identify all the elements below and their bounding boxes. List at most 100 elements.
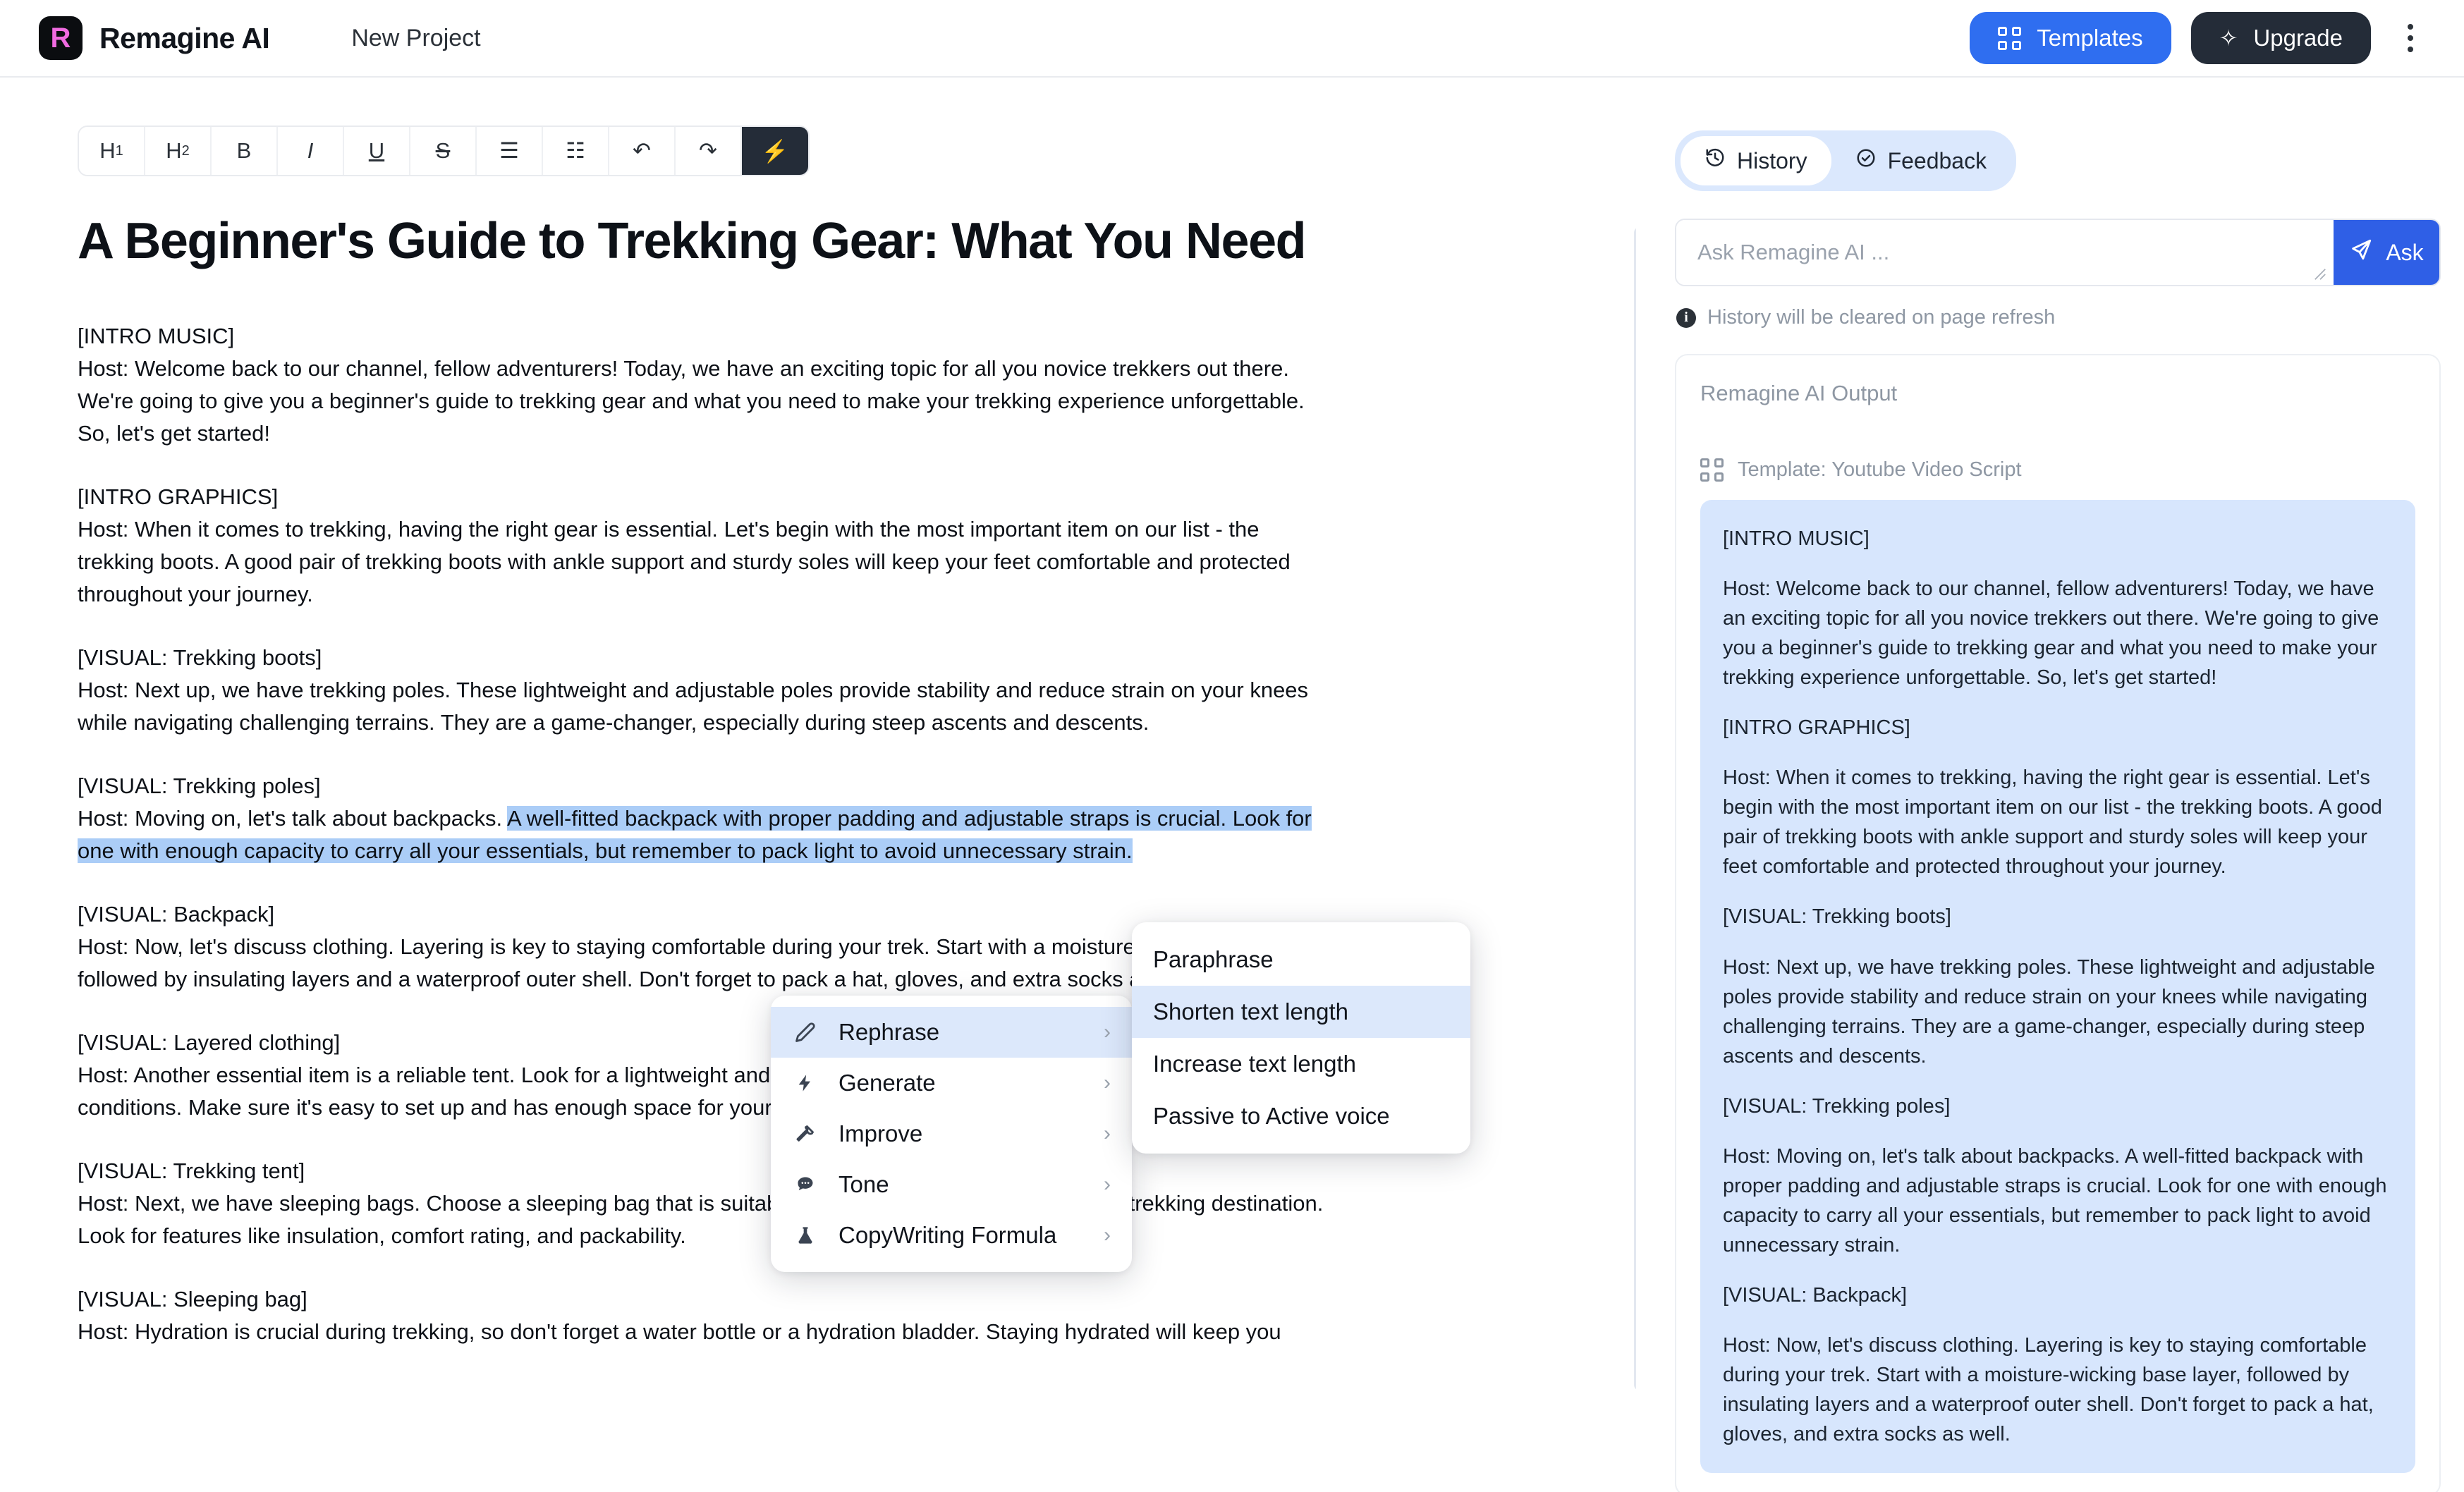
doc-paragraph[interactable]: [VISUAL: Trekking boots]: [78, 642, 1544, 673]
upgrade-button-label: Upgrade: [2253, 25, 2343, 51]
doc-paragraph[interactable]: So, let's get started!: [78, 418, 1544, 449]
ai-output-paragraph: [VISUAL: Backpack]: [1723, 1283, 1908, 1307]
formatting-toolbar: H1 H2 B I U S ☰ ☷ ↶ ↷ ⚡: [78, 126, 810, 176]
project-title[interactable]: New Project: [351, 25, 480, 52]
editor-scrollbar[interactable]: [1634, 227, 1636, 1390]
ai-output-paragraph: Host: Moving on, let's talk about backpa…: [1723, 1144, 2387, 1256]
chat-bubble-icon: [792, 1175, 819, 1194]
upgrade-button[interactable]: ✧ Upgrade: [2190, 12, 2371, 64]
wrench-icon: [792, 1124, 819, 1144]
ai-output-paragraph: Host: Now, let's discuss clothing. Layer…: [1723, 1333, 2374, 1446]
chevron-right-icon: ›: [1104, 1020, 1111, 1044]
toolbar-heading-2-button[interactable]: H2: [145, 127, 212, 175]
ai-output-paragraph: Host: Welcome back to our channel, fello…: [1723, 577, 2379, 690]
ask-input-row: Ask: [1675, 219, 2441, 286]
header-actions: Templates ✧ Upgrade: [1970, 12, 2430, 64]
ai-output-paragraph: [VISUAL: Trekking poles]: [1723, 1094, 1951, 1118]
kebab-menu-icon[interactable]: [2391, 12, 2430, 64]
toolbar-italic-button[interactable]: I: [278, 127, 344, 175]
submenu-item-paraphrase[interactable]: Paraphrase: [1132, 934, 1470, 986]
brand-name: Remagine AI: [99, 21, 270, 54]
rephrase-submenu: Paraphrase Shorten text length Increase …: [1132, 922, 1470, 1154]
logo-mark-icon: R: [39, 16, 83, 60]
context-menu-item-rephrase[interactable]: Rephrase ›: [771, 1007, 1132, 1058]
ai-context-menu: Rephrase › Generate › Improve › Tone › C…: [771, 996, 1132, 1272]
toolbar-bullet-list-button[interactable]: ☰: [477, 127, 543, 175]
ai-output-paragraph: Host: Next up, we have trekking poles. T…: [1723, 955, 2375, 1068]
ai-output-title: Remagine AI Output: [1700, 381, 1898, 405]
lightning-icon: [792, 1073, 819, 1093]
submenu-item-shorten-text-length[interactable]: Shorten text length: [1132, 986, 1470, 1038]
history-clear-hint: i History will be cleared on page refres…: [1676, 306, 2055, 329]
brand-logo[interactable]: R Remagine AI: [39, 16, 270, 60]
tab-history[interactable]: History: [1681, 136, 1831, 185]
doc-paragraph[interactable]: Host: When it comes to trekking, having …: [78, 514, 1544, 545]
grid-icon: [1700, 458, 1724, 482]
doc-paragraph[interactable]: trekking boots. A good pair of trekking …: [78, 546, 1544, 577]
templates-button[interactable]: Templates: [1970, 12, 2171, 64]
tab-feedback-label: Feedback: [1887, 147, 1987, 173]
tab-feedback[interactable]: Feedback: [1831, 136, 2011, 185]
ask-button[interactable]: Ask: [2334, 220, 2439, 285]
ai-side-panel: History Feedback Ask i History will be c…: [1654, 78, 2464, 1492]
chevron-right-icon: ›: [1104, 1071, 1111, 1094]
selected-text[interactable]: one with enough capacity to carry all yo…: [78, 838, 1133, 864]
ai-output-paragraph: [INTRO MUSIC]: [1723, 527, 1870, 550]
ai-output-template-row: Template: Youtube Video Script: [1700, 458, 2415, 482]
context-menu-label: CopyWriting Formula: [838, 1222, 1057, 1248]
chevron-right-icon: ›: [1104, 1122, 1111, 1145]
context-menu-item-improve[interactable]: Improve ›: [771, 1108, 1132, 1159]
toolbar-bold-button[interactable]: B: [212, 127, 278, 175]
toolbar-h1-sub: 1: [115, 142, 123, 159]
send-paper-plane-icon: [2349, 238, 2373, 267]
document-title[interactable]: A Beginner's Guide to Trekking Gear: Wha…: [78, 212, 1544, 271]
toolbar-numbered-list-button[interactable]: ☷: [543, 127, 609, 175]
context-menu-item-generate[interactable]: Generate ›: [771, 1058, 1132, 1108]
doc-paragraph[interactable]: [INTRO MUSIC]: [78, 321, 1544, 352]
doc-paragraph-selected-cont[interactable]: one with enough capacity to carry all yo…: [78, 836, 1544, 867]
chevron-right-icon: ›: [1104, 1223, 1111, 1247]
toolbar-redo-button[interactable]: ↷: [676, 127, 742, 175]
doc-spacer: [78, 451, 1544, 482]
doc-spacer: [78, 611, 1544, 642]
ai-output-template-label: Template: Youtube Video Script: [1738, 458, 2022, 481]
check-circle-icon: [1855, 147, 1877, 174]
tab-history-label: History: [1737, 147, 1807, 173]
ai-output-paragraph: [INTRO GRAPHICS]: [1723, 716, 1910, 740]
selected-text[interactable]: A well-fitted backpack with proper paddi…: [507, 806, 1312, 831]
toolbar-heading-1-button[interactable]: H1: [79, 127, 145, 175]
flask-icon: [792, 1225, 819, 1245]
doc-paragraph[interactable]: Host: Welcome back to our channel, fello…: [78, 353, 1544, 384]
toolbar-strikethrough-button[interactable]: S: [410, 127, 477, 175]
history-clear-hint-label: History will be cleared on page refresh: [1707, 306, 2056, 329]
doc-paragraph[interactable]: Host: Next up, we have trekking poles. T…: [78, 675, 1544, 706]
toolbar-ai-actions-button[interactable]: ⚡: [742, 127, 808, 175]
context-menu-label: Improve: [838, 1120, 923, 1146]
sparkles-icon: ✧: [2219, 25, 2238, 51]
ai-output-body[interactable]: [INTRO MUSIC] Host: Welcome back to our …: [1700, 500, 2415, 1474]
doc-paragraph[interactable]: [INTRO GRAPHICS]: [78, 482, 1544, 513]
doc-paragraph[interactable]: while navigating challenging terrains. T…: [78, 707, 1544, 738]
context-menu-label: Rephrase: [838, 1019, 940, 1045]
doc-paragraph[interactable]: [VISUAL: Trekking poles]: [78, 771, 1544, 802]
doc-text-lead: Host: Moving on, let's talk about backpa…: [78, 806, 508, 831]
toolbar-underline-button[interactable]: U: [344, 127, 410, 175]
doc-paragraph[interactable]: throughout your journey.: [78, 579, 1544, 610]
editor-pane: H1 H2 B I U S ☰ ☷ ↶ ↷ ⚡ A Beginner's Gui…: [0, 78, 1636, 1492]
submenu-item-passive-to-active-voice[interactable]: Passive to Active voice: [1132, 1090, 1470, 1142]
toolbar-h2-sub: 2: [181, 142, 190, 159]
toolbar-undo-button[interactable]: ↶: [609, 127, 676, 175]
ask-input[interactable]: [1676, 220, 2334, 285]
info-icon: i: [1676, 307, 1696, 328]
doc-paragraph[interactable]: Host: Hydration is crucial during trekki…: [78, 1316, 1544, 1347]
doc-paragraph[interactable]: [VISUAL: Sleeping bag]: [78, 1284, 1544, 1315]
grid-icon: [1998, 26, 2022, 50]
doc-paragraph[interactable]: We're going to give you a beginner's gui…: [78, 386, 1544, 417]
panel-tab-group: History Feedback: [1675, 130, 2017, 191]
context-menu-item-tone[interactable]: Tone ›: [771, 1159, 1132, 1210]
context-menu-item-copywriting-formula[interactable]: CopyWriting Formula ›: [771, 1210, 1132, 1261]
ask-button-label: Ask: [2386, 239, 2424, 265]
doc-paragraph-selected[interactable]: Host: Moving on, let's talk about backpa…: [78, 803, 1544, 834]
ai-output-paragraph: [VISUAL: Trekking boots]: [1723, 905, 1951, 929]
submenu-item-increase-text-length[interactable]: Increase text length: [1132, 1038, 1470, 1090]
